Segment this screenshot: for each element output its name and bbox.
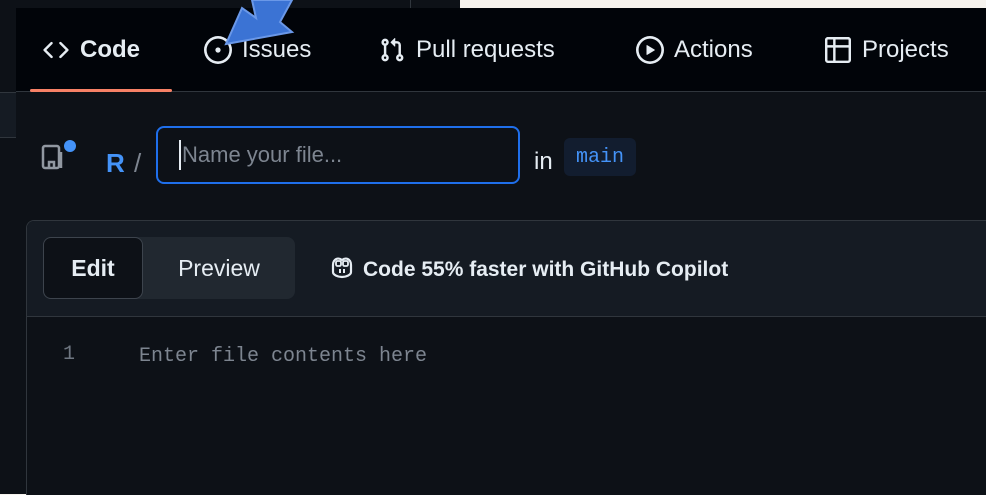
copilot-icon xyxy=(329,255,355,285)
edit-preview-toggle: Edit Preview xyxy=(43,237,295,299)
file-name-input[interactable] xyxy=(156,126,520,184)
editor-header: Edit Preview Code 55% faster with GitHub… xyxy=(27,221,986,317)
copilot-promo-link[interactable]: Code 55% faster with GitHub Copilot xyxy=(329,255,728,285)
annotation-arrow-icon xyxy=(224,0,295,46)
preview-tab-button[interactable]: Preview xyxy=(143,237,295,299)
tab-actions[interactable]: Actions xyxy=(636,8,753,91)
file-editor: Edit Preview Code 55% faster with GitHub… xyxy=(26,220,986,495)
repo-name-link[interactable]: R xyxy=(106,148,125,179)
file-content-area[interactable]: Enter file contents here xyxy=(139,345,427,368)
git-pull-request-icon xyxy=(378,36,406,64)
code-icon xyxy=(42,36,70,64)
file-code-icon xyxy=(40,138,80,174)
line-number: 1 xyxy=(63,343,76,366)
tab-pull-requests-label: Pull requests xyxy=(416,35,555,63)
text-caret xyxy=(179,140,181,170)
tab-projects-label: Projects xyxy=(862,35,949,63)
in-label: in xyxy=(534,148,553,175)
repo-tab-bar: Code Issues Pull requests Actions Projec… xyxy=(16,8,986,92)
tab-pull-requests[interactable]: Pull requests xyxy=(378,8,555,91)
path-separator: / xyxy=(134,148,142,178)
edit-tab-button[interactable]: Edit xyxy=(43,237,143,299)
file-name-bar: R / in main xyxy=(16,92,986,220)
tab-actions-label: Actions xyxy=(674,35,753,63)
github-new-file-page: Code Issues Pull requests Actions Projec… xyxy=(16,8,986,495)
tab-code[interactable]: Code xyxy=(30,8,172,92)
copilot-promo-text: Code 55% faster with GitHub Copilot xyxy=(363,258,729,281)
table-icon xyxy=(824,36,852,64)
play-icon xyxy=(636,35,664,64)
background-window-edge xyxy=(0,186,16,494)
tab-code-label: Code xyxy=(80,35,140,63)
tab-projects[interactable]: Projects xyxy=(824,8,949,91)
branch-badge[interactable]: main xyxy=(564,138,637,176)
